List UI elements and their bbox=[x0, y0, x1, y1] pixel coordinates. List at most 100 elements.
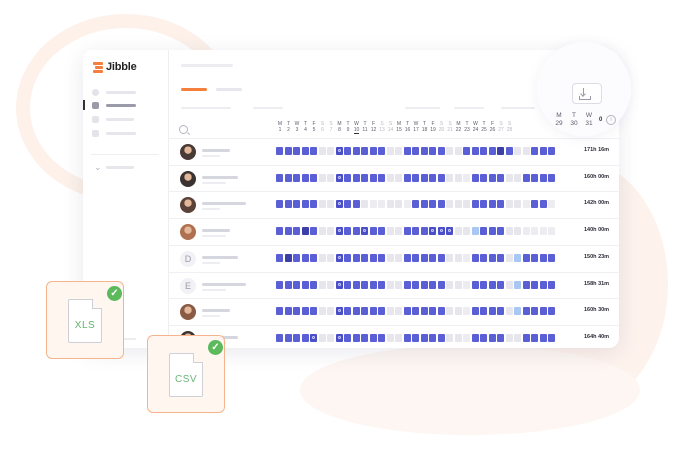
day-cell[interactable] bbox=[412, 307, 419, 316]
day-cell[interactable] bbox=[437, 280, 445, 289]
day-cell[interactable] bbox=[437, 333, 445, 342]
day-cell[interactable] bbox=[497, 253, 504, 262]
day-cell[interactable] bbox=[344, 307, 351, 316]
day-cell[interactable] bbox=[361, 307, 368, 316]
day-cell[interactable] bbox=[539, 280, 547, 289]
day-cell[interactable] bbox=[403, 333, 411, 342]
sidebar-item-1[interactable] bbox=[92, 89, 136, 96]
day-cell[interactable] bbox=[429, 147, 436, 155]
sidebar-item-timesheets[interactable] bbox=[92, 102, 136, 109]
day-cell[interactable] bbox=[276, 173, 283, 182]
day-cell[interactable] bbox=[531, 200, 538, 209]
download-button[interactable] bbox=[572, 83, 602, 104]
day-cell[interactable] bbox=[301, 147, 309, 155]
day-cell[interactable] bbox=[514, 307, 521, 316]
day-cell[interactable] bbox=[327, 280, 334, 289]
chevron-down-icon[interactable]: ⌄ bbox=[94, 162, 102, 173]
day-cell[interactable] bbox=[378, 333, 385, 342]
day-cell[interactable] bbox=[335, 173, 343, 182]
day-cell[interactable] bbox=[420, 200, 428, 209]
day-cell[interactable] bbox=[378, 173, 385, 182]
day-cell[interactable] bbox=[344, 227, 351, 236]
day-cell[interactable] bbox=[361, 333, 368, 342]
day-cell[interactable] bbox=[318, 147, 326, 155]
day-cell[interactable] bbox=[539, 173, 547, 182]
day-cell[interactable] bbox=[488, 333, 496, 342]
day-cell[interactable] bbox=[446, 333, 453, 342]
day-cell[interactable] bbox=[480, 227, 487, 236]
day-cell[interactable] bbox=[497, 280, 504, 289]
day-cell[interactable] bbox=[310, 333, 317, 342]
day-cell[interactable] bbox=[446, 147, 453, 155]
day-cell[interactable] bbox=[505, 253, 513, 262]
day-cell[interactable] bbox=[293, 307, 300, 316]
day-cell[interactable] bbox=[403, 147, 411, 155]
day-cell[interactable] bbox=[403, 200, 411, 209]
day-cell[interactable] bbox=[310, 280, 317, 289]
day-cell[interactable] bbox=[395, 280, 402, 289]
day-cell[interactable] bbox=[344, 147, 351, 155]
day-cell[interactable] bbox=[369, 200, 377, 209]
day-cell[interactable] bbox=[505, 227, 513, 236]
day-cell[interactable] bbox=[454, 147, 462, 155]
day-cell[interactable] bbox=[463, 147, 470, 155]
day-cell[interactable] bbox=[514, 147, 521, 155]
day-cell[interactable] bbox=[403, 173, 411, 182]
day-cell[interactable] bbox=[395, 227, 402, 236]
tab-inactive[interactable] bbox=[216, 88, 242, 91]
day-cell[interactable] bbox=[429, 253, 436, 262]
day-cell[interactable] bbox=[301, 307, 309, 316]
day-cell[interactable] bbox=[480, 333, 487, 342]
day-cell[interactable] bbox=[480, 253, 487, 262]
day-cell[interactable] bbox=[386, 333, 394, 342]
day-cell[interactable] bbox=[352, 333, 360, 342]
day-cell[interactable] bbox=[361, 227, 368, 236]
day-cell[interactable] bbox=[454, 333, 462, 342]
day-cell[interactable] bbox=[429, 280, 436, 289]
day-cell[interactable] bbox=[437, 200, 445, 209]
day-cell[interactable] bbox=[514, 280, 521, 289]
day-cell[interactable] bbox=[378, 307, 385, 316]
day-cell[interactable] bbox=[412, 280, 419, 289]
day-cell[interactable] bbox=[369, 227, 377, 236]
day-cell[interactable] bbox=[471, 333, 479, 342]
day-cell[interactable] bbox=[327, 307, 334, 316]
day-cell[interactable] bbox=[293, 200, 300, 209]
day-cell[interactable] bbox=[548, 280, 555, 289]
day-cell[interactable] bbox=[505, 200, 513, 209]
day-cell[interactable] bbox=[488, 200, 496, 209]
day-cell[interactable] bbox=[454, 253, 462, 262]
day-cell[interactable] bbox=[301, 200, 309, 209]
day-cell[interactable] bbox=[480, 280, 487, 289]
day-cell[interactable] bbox=[327, 200, 334, 209]
day-cell[interactable] bbox=[378, 200, 385, 209]
day-cell[interactable] bbox=[344, 333, 351, 342]
day-cell[interactable] bbox=[488, 227, 496, 236]
day-cell[interactable] bbox=[497, 147, 504, 155]
day-cell[interactable] bbox=[318, 200, 326, 209]
day-cell[interactable] bbox=[531, 333, 538, 342]
day-cell[interactable] bbox=[420, 147, 428, 155]
day-cell[interactable] bbox=[403, 307, 411, 316]
day-cell[interactable] bbox=[284, 227, 292, 236]
day-cell[interactable] bbox=[369, 253, 377, 262]
day-cell[interactable] bbox=[318, 333, 326, 342]
day-cell[interactable] bbox=[446, 200, 453, 209]
day-cell[interactable] bbox=[539, 253, 547, 262]
day-cell[interactable] bbox=[327, 253, 334, 262]
table-row[interactable]: 164h 40m bbox=[168, 324, 619, 348]
day-cell[interactable] bbox=[454, 227, 462, 236]
day-cell[interactable] bbox=[514, 253, 521, 262]
day-cell[interactable] bbox=[497, 307, 504, 316]
day-cell[interactable] bbox=[395, 200, 402, 209]
day-cell[interactable] bbox=[531, 280, 538, 289]
day-cell[interactable] bbox=[454, 173, 462, 182]
day-cell[interactable] bbox=[352, 173, 360, 182]
day-cell[interactable] bbox=[310, 253, 317, 262]
day-cell[interactable] bbox=[327, 333, 334, 342]
day-cell[interactable] bbox=[301, 253, 309, 262]
day-cell[interactable] bbox=[361, 173, 368, 182]
day-cell[interactable] bbox=[463, 200, 470, 209]
day-cell[interactable] bbox=[437, 173, 445, 182]
day-cell[interactable] bbox=[429, 333, 436, 342]
